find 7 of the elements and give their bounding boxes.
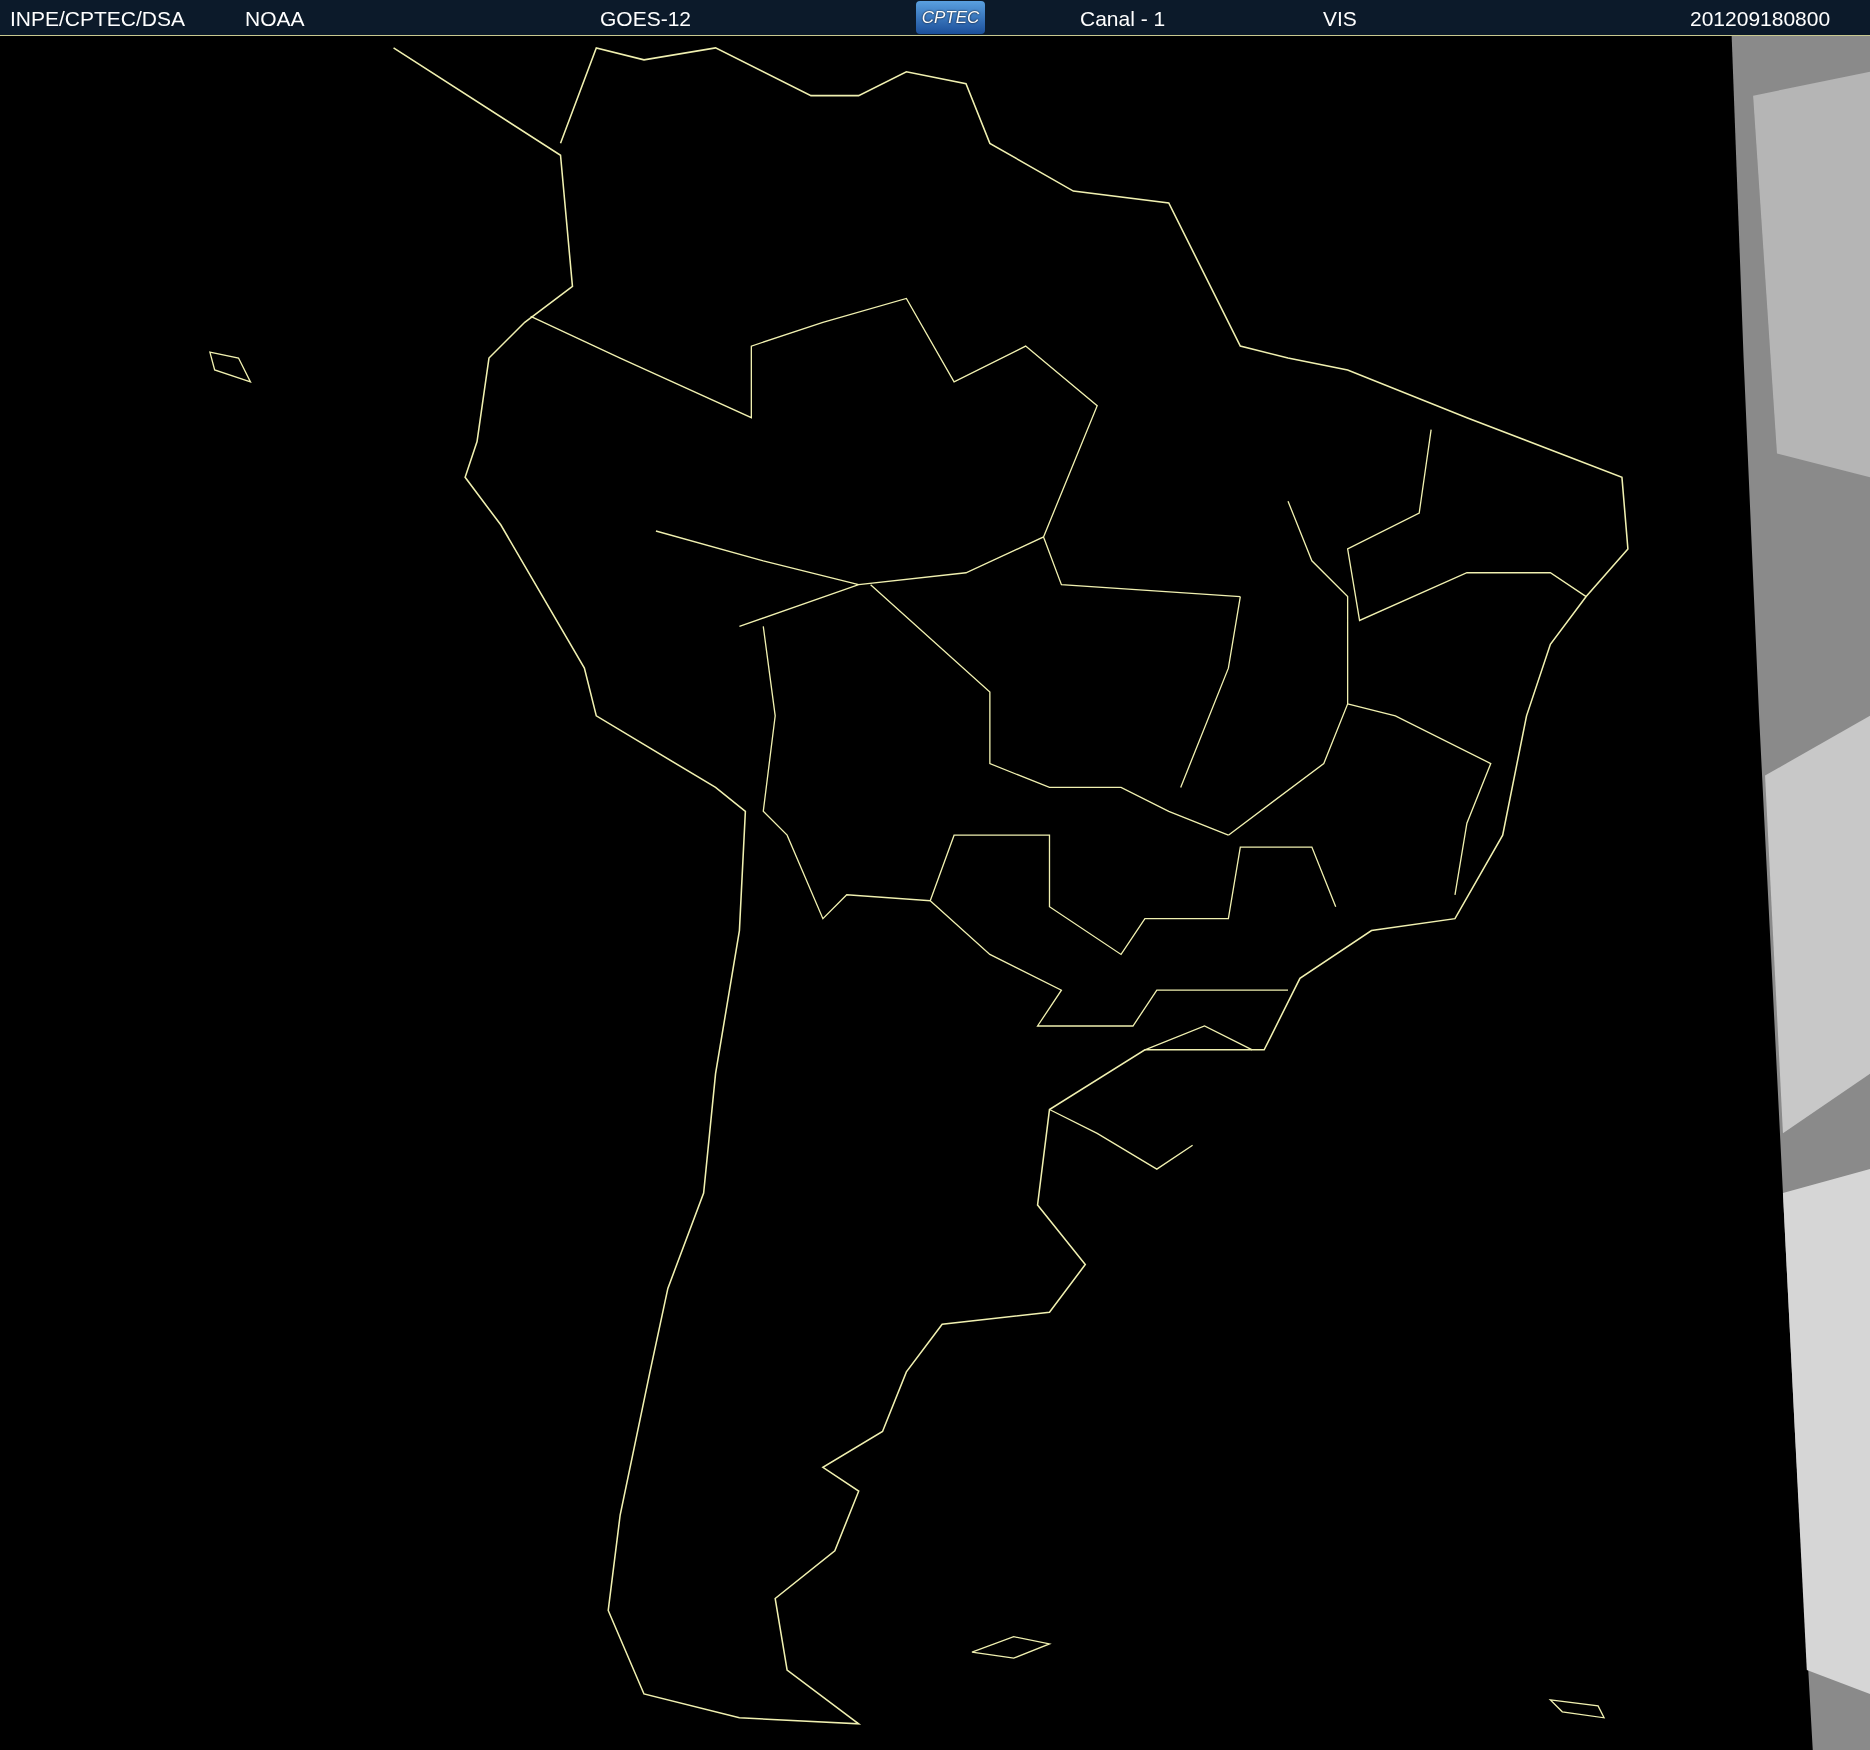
agency-label: NOAA xyxy=(245,8,305,29)
timestamp-label: 201209180800 xyxy=(1690,8,1831,29)
band-label: VIS xyxy=(1323,8,1357,29)
logo: CPTEC xyxy=(916,1,985,34)
source-label: INPE/CPTEC/DSA xyxy=(10,8,186,29)
satellite-label: GOES-12 xyxy=(600,8,692,29)
channel-label: Canal - 1 xyxy=(1080,8,1166,29)
